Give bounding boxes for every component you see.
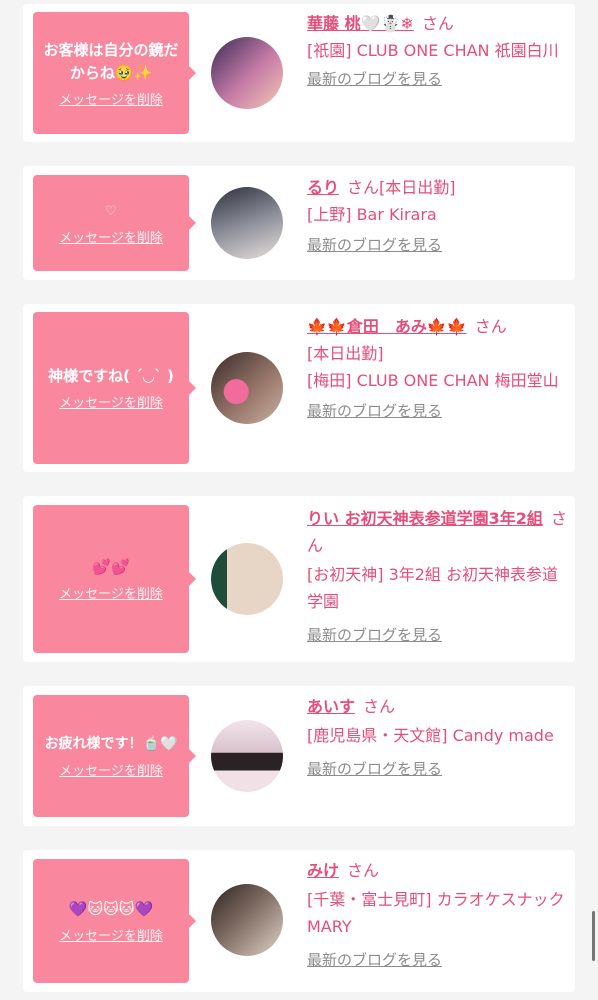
cast-details: [お初天神] 3年2組 お初天神表参道学園 bbox=[307, 565, 559, 611]
delete-message-link[interactable]: メッセージを削除 bbox=[59, 583, 163, 602]
cast-details: [祇園] CLUB ONE CHAN 祇園白川 bbox=[307, 41, 559, 60]
message-bubble: 💕💕 メッセージを削除 bbox=[33, 505, 196, 653]
message-card: お客様は自分の鏡だからね🥹✨ メッセージを削除 華藤 桃🤍☃️❄ さん [祇園] … bbox=[23, 4, 575, 142]
message-card: ♡ メッセージを削除 るり さん[本日出勤] [上野] Bar Kirara 最新… bbox=[23, 166, 575, 280]
message-text: 💜🐱🐱🐱💜 bbox=[68, 900, 154, 918]
cast-details: [鹿児島県・天文館] Candy made bbox=[307, 726, 554, 745]
cast-name-link[interactable]: るり bbox=[307, 178, 339, 197]
honorific: さん[本日出勤] bbox=[347, 178, 456, 197]
delete-message-link[interactable]: メッセージを削除 bbox=[59, 760, 163, 779]
message-bubble: お疲れ様です！🍵🤍 メッセージを削除 bbox=[33, 695, 196, 817]
cast-info: みけ さん [千葉・富士見町] カラオケスナック MARY 最新のブログを見る bbox=[307, 857, 569, 974]
cast-info: 華藤 桃🤍☃️❄ さん [祇園] CLUB ONE CHAN 祇園白川 最新のブロ… bbox=[307, 10, 569, 93]
delete-message-link[interactable]: メッセージを削除 bbox=[59, 89, 163, 108]
avatar[interactable] bbox=[211, 187, 283, 259]
honorific: さん bbox=[347, 861, 380, 880]
cast-info: りい お初天神表参道学園3年2組 さん [お初天神] 3年2組 お初天神表参道学園… bbox=[307, 505, 569, 649]
avatar[interactable] bbox=[211, 37, 283, 109]
delete-message-link[interactable]: メッセージを削除 bbox=[59, 227, 163, 246]
cast-name-link[interactable]: りい お初天神表参道学園3年2組 bbox=[307, 509, 543, 528]
cast-name-link[interactable]: みけ bbox=[307, 861, 339, 880]
message-text: ♡ bbox=[105, 204, 117, 219]
message-card: お疲れ様です！🍵🤍 メッセージを削除 あいす さん [鹿児島県・天文館] Cand… bbox=[23, 686, 575, 826]
latest-blog-link[interactable]: 最新のブログを見る bbox=[307, 66, 569, 93]
delete-message-link[interactable]: メッセージを削除 bbox=[59, 392, 163, 411]
cast-info: るり さん[本日出勤] [上野] Bar Kirara 最新のブログを見る bbox=[307, 174, 569, 259]
latest-blog-link[interactable]: 最新のブログを見る bbox=[307, 232, 569, 259]
cast-info: あいす さん [鹿児島県・天文館] Candy made 最新のブログを見る bbox=[307, 693, 569, 783]
cast-details: [千葉・富士見町] カラオケスナック MARY bbox=[307, 890, 565, 936]
scrollbar[interactable] bbox=[592, 911, 595, 961]
honorific: さん bbox=[421, 14, 454, 33]
message-card: 💕💕 メッセージを削除 りい お初天神表参道学園3年2組 さん [お初天神] 3年… bbox=[23, 496, 575, 662]
latest-blog-link[interactable]: 最新のブログを見る bbox=[307, 398, 569, 425]
message-text: お疲れ様です！🍵🤍 bbox=[44, 736, 178, 752]
message-card: 神様ですね( ´◡` ) メッセージを削除 🍁🍁倉田 あみ🍁🍁 さん [本日出勤]… bbox=[23, 304, 575, 472]
cast-details: [上野] Bar Kirara bbox=[307, 205, 437, 224]
avatar[interactable] bbox=[211, 543, 283, 615]
avatar[interactable] bbox=[211, 884, 283, 956]
message-text: 神様ですね( ´◡` ) bbox=[48, 367, 174, 385]
cast-name-link[interactable]: 華藤 桃🤍☃️❄ bbox=[307, 14, 414, 33]
message-bubble: ♡ メッセージを削除 bbox=[33, 175, 196, 271]
cast-name-link[interactable]: あいす bbox=[307, 697, 355, 716]
message-bubble: 神様ですね( ´◡` ) メッセージを削除 bbox=[33, 312, 196, 464]
avatar[interactable] bbox=[211, 352, 283, 424]
message-card: 💜🐱🐱🐱💜 メッセージを削除 みけ さん [千葉・富士見町] カラオケスナック M… bbox=[23, 850, 575, 992]
avatar[interactable] bbox=[211, 720, 283, 792]
message-text: 💕💕 bbox=[92, 558, 130, 576]
cast-name-link[interactable]: 🍁🍁倉田 あみ🍁🍁 bbox=[307, 317, 467, 336]
delete-message-link[interactable]: メッセージを削除 bbox=[59, 925, 163, 944]
honorific: さん bbox=[363, 697, 396, 716]
message-bubble: お客様は自分の鏡だからね🥹✨ メッセージを削除 bbox=[33, 12, 196, 134]
message-text: お客様は自分の鏡だからね🥹✨ bbox=[43, 40, 179, 82]
message-bubble: 💜🐱🐱🐱💜 メッセージを削除 bbox=[33, 859, 196, 983]
cast-details: [本日出勤] [梅田] CLUB ONE CHAN 梅田堂山 bbox=[307, 344, 559, 390]
latest-blog-link[interactable]: 最新のブログを見る bbox=[307, 756, 569, 783]
latest-blog-link[interactable]: 最新のブログを見る bbox=[307, 947, 569, 974]
cast-info: 🍁🍁倉田 あみ🍁🍁 さん [本日出勤] [梅田] CLUB ONE CHAN 梅田… bbox=[307, 313, 569, 425]
latest-blog-link[interactable]: 最新のブログを見る bbox=[307, 622, 569, 649]
honorific: さん bbox=[474, 317, 507, 336]
